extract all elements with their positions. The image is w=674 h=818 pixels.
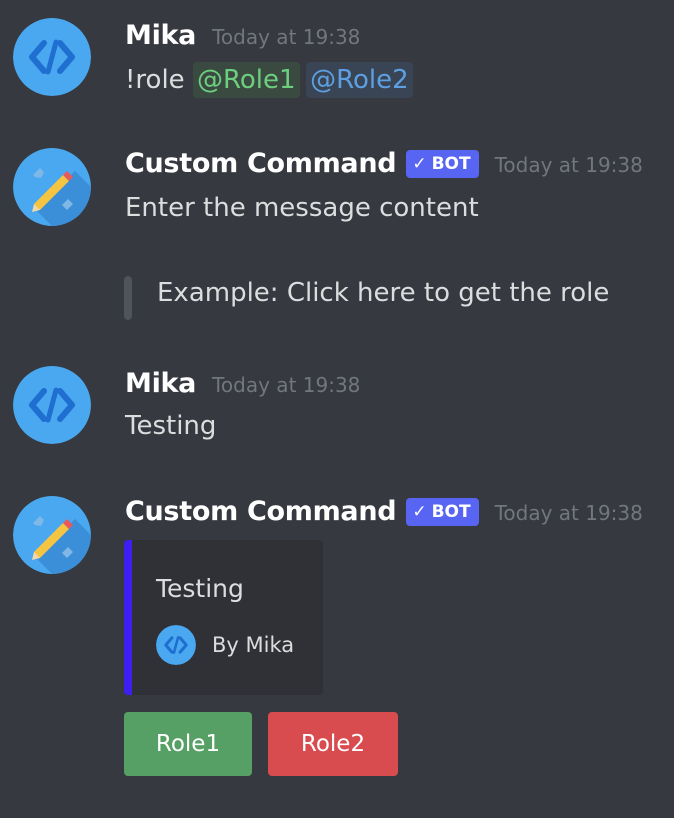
bot-tag-label: BOT	[431, 502, 471, 522]
bot-tag: ✓ BOT	[406, 150, 479, 178]
block-quote: Example: Click here to get the role	[124, 276, 644, 320]
message-timestamp: Today at 19:38	[494, 153, 643, 177]
code-brackets-icon	[13, 18, 91, 96]
code-brackets-icon	[13, 366, 91, 444]
chat-messages: Mika Today at 19:38 !role @Role1 @Role2 …	[0, 0, 674, 818]
code-brackets-icon	[156, 625, 196, 665]
footer-avatar	[156, 625, 196, 665]
pencil-wrench-icon	[13, 148, 91, 226]
message-author[interactable]: Custom Command	[125, 496, 397, 527]
bot-tag: ✓ BOT	[406, 498, 479, 526]
message-timestamp: Today at 19:38	[212, 25, 361, 49]
bot-tag-label: BOT	[431, 154, 471, 174]
pencil-wrench-icon	[13, 496, 91, 574]
bot-avatar[interactable]	[13, 148, 91, 226]
user-avatar[interactable]	[13, 366, 91, 444]
message-timestamp: Today at 19:38	[494, 501, 643, 525]
message-author[interactable]: Custom Command	[125, 148, 397, 179]
role1-button[interactable]: Role1	[124, 712, 252, 776]
user-avatar[interactable]	[13, 18, 91, 96]
role2-button[interactable]: Role2	[268, 712, 398, 776]
message-embed: Testing By Mika	[124, 540, 323, 695]
embed-description: Testing	[156, 574, 244, 603]
message-content: Enter the message content	[125, 193, 479, 223]
bot-avatar[interactable]	[13, 496, 91, 574]
embed-footer: By Mika	[156, 625, 294, 665]
message-author[interactable]: Mika	[125, 20, 196, 51]
role-mention[interactable]: @Role1	[192, 62, 300, 98]
checkmark-icon: ✓	[412, 154, 427, 174]
quote-bar	[124, 276, 132, 320]
quote-text: Example: Click here to get the role	[157, 278, 610, 308]
checkmark-icon: ✓	[412, 502, 427, 522]
message-text: !role	[125, 65, 193, 95]
message-content: Testing	[125, 411, 217, 441]
embed-color-bar	[124, 540, 132, 695]
message-author[interactable]: Mika	[125, 368, 196, 399]
message-timestamp: Today at 19:38	[212, 373, 361, 397]
role-mention[interactable]: @Role2	[306, 62, 413, 98]
message-content: !role @Role1 @Role2	[125, 62, 413, 98]
embed-footer-text: By Mika	[212, 633, 295, 657]
